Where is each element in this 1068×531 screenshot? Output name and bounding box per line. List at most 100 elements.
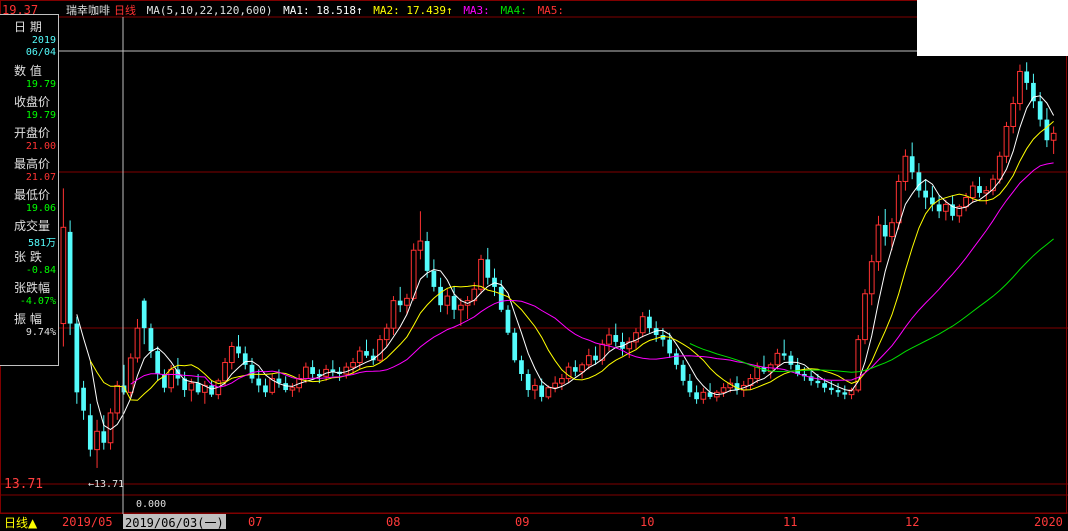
candle-body (417, 240, 424, 251)
info-value: -0.84 (25, 265, 56, 276)
ma3-line (130, 162, 1054, 388)
candle-body (862, 293, 868, 341)
ma3-value: MA3: (463, 4, 490, 17)
candle-body (936, 204, 942, 212)
candle-body (236, 346, 241, 354)
candle-body (868, 261, 875, 295)
stock-name: 瑞幸咖啡 (66, 4, 110, 17)
candle-body (977, 186, 982, 193)
candle-body (94, 430, 100, 451)
ma2-line (89, 121, 1054, 401)
kline-chart[interactable]: 19.37 (0, 0, 1068, 514)
info-value: 9.74% (25, 327, 56, 338)
candle-body (889, 222, 895, 237)
candle-body (593, 355, 598, 361)
candle-body (572, 367, 578, 372)
ma1-value: MA1: 18.518↑ (283, 4, 363, 17)
candle-body (505, 309, 511, 333)
candle-body (310, 367, 315, 374)
candle-body (667, 339, 673, 354)
time-label: 09 (515, 515, 530, 529)
candle-body (1003, 125, 1010, 157)
candle-body (1050, 132, 1057, 141)
zero-value-label: 0.000 (136, 499, 167, 510)
data-window: 日 期 2019 06/04 数 值 19.79 收盘价 19.79 开盘价 21.00 最高价 2… (0, 14, 59, 366)
candle-body (512, 332, 518, 361)
info-value: 21.00 (25, 141, 56, 152)
candle-body (559, 378, 565, 384)
info-label: 张跌幅 (14, 281, 51, 295)
candle-body (101, 431, 107, 443)
candle-body (478, 258, 484, 290)
candle-body (1010, 103, 1017, 127)
candle-body (1017, 70, 1023, 105)
candle-body (1031, 82, 1036, 102)
chart-frame (0, 0, 1067, 514)
candle-body (141, 300, 147, 329)
candle-body (134, 327, 141, 359)
candle-body (875, 224, 882, 263)
candle-body (835, 390, 841, 393)
candle-body (249, 364, 255, 379)
indicator-bar: 瑞幸咖啡 日线 MA(5,10,22,120,600) MA1: 18.518↑ … (66, 2, 568, 17)
candle-body (687, 380, 693, 393)
candle-body (498, 286, 504, 310)
candle-body (585, 355, 592, 366)
info-label: 最低价 (14, 188, 51, 202)
period-label: 日线 (114, 4, 136, 17)
candle-body (923, 190, 928, 198)
info-value: 19.79 (25, 79, 56, 90)
time-axis: 日线▲ 2019/05 2019/06/03(一) 07 08 09 10 11… (0, 514, 1068, 530)
candle-body (168, 368, 175, 389)
candle-body (983, 190, 990, 194)
candle-body (404, 297, 410, 306)
candle-body (815, 380, 821, 384)
candle-body (127, 357, 134, 393)
ma-params: MA(5,10,22,120,600) (146, 4, 273, 17)
time-label: 12 (905, 515, 920, 529)
candle-body (74, 323, 80, 393)
info-label: 成交量 (14, 219, 51, 233)
candle-body (902, 155, 909, 182)
candle-body (431, 270, 437, 287)
info-label: 收盘价 (14, 95, 51, 109)
info-value: -4.07% (19, 296, 56, 307)
period-selector-button[interactable]: 日线▲ (4, 514, 37, 531)
candle-body (188, 382, 195, 391)
ma5-value: MA5: (537, 4, 565, 17)
candle-body (114, 384, 121, 414)
candle-body (613, 335, 619, 342)
candle-body (969, 185, 976, 199)
candle-body (87, 415, 93, 450)
candle-body (457, 304, 464, 311)
candle-body (532, 384, 538, 391)
candle-body (228, 345, 235, 364)
candle-body (283, 383, 289, 391)
candle-body (700, 391, 707, 400)
candle-body (289, 387, 296, 391)
time-label: 2019/05 (62, 515, 113, 529)
info-value: 2019 (31, 35, 56, 46)
candle-body (795, 364, 801, 374)
time-label: 2020 (1034, 515, 1063, 529)
candle-body (444, 295, 451, 306)
time-label: 10 (640, 515, 655, 529)
candle-body (855, 339, 862, 391)
ma4-value: MA4: (500, 4, 527, 17)
candle-body (828, 387, 834, 391)
candle-body (694, 392, 699, 400)
time-label: 11 (783, 515, 798, 529)
candle-body (606, 334, 612, 345)
info-label: 振 幅 (14, 312, 42, 326)
candle-body (822, 383, 827, 388)
info-label: 开盘价 (14, 126, 51, 140)
info-value: 06/04 (25, 47, 56, 58)
info-label: 张 跌 (14, 250, 42, 264)
candle-body (545, 387, 552, 398)
candle-body (788, 355, 794, 365)
candle-body (81, 387, 86, 411)
candle-body (67, 231, 73, 324)
candle-body (674, 353, 679, 365)
candle-body (916, 172, 922, 191)
candle-body (438, 286, 443, 306)
